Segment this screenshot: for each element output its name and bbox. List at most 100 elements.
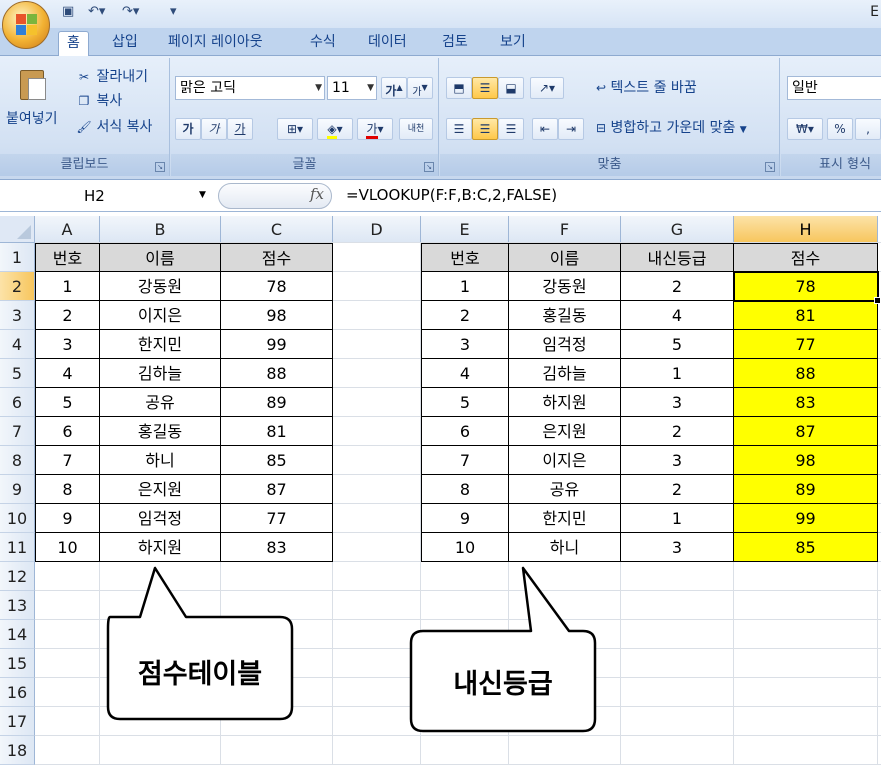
bold-button[interactable]: 가 <box>175 118 201 140</box>
font-color-button[interactable]: 가▾ <box>357 118 393 140</box>
column-header-G[interactable]: G <box>621 216 734 243</box>
row-header-6[interactable]: 6 <box>0 388 35 417</box>
table1-header-cell[interactable]: 번호 <box>35 243 100 272</box>
table1-cell[interactable]: 공유 <box>100 388 221 417</box>
table2-cell[interactable]: 은지원 <box>509 417 621 446</box>
lookup-result-cell[interactable]: 78 <box>734 272 878 301</box>
lookup-result-cell[interactable]: 98 <box>734 446 878 475</box>
row-header-12[interactable]: 12 <box>0 562 35 591</box>
tab-4[interactable]: 수식 <box>302 31 344 56</box>
cut-button[interactable]: ✂ 잘라내기 <box>76 66 148 88</box>
font-name-select[interactable]: 맑은 고딕 ▼ <box>175 76 325 100</box>
table2-cell[interactable]: 2 <box>421 301 509 330</box>
table1-cell[interactable]: 강동원 <box>100 272 221 301</box>
clipboard-launcher-icon[interactable]: ↘ <box>155 162 165 172</box>
table2-header-cell[interactable]: 내신등급 <box>621 243 734 272</box>
table2-cell[interactable]: 임걱정 <box>509 330 621 359</box>
table1-cell[interactable]: 8 <box>35 475 100 504</box>
table2-cell[interactable]: 2 <box>621 272 734 301</box>
table1-cell[interactable]: 이지은 <box>100 301 221 330</box>
row-header-15[interactable]: 15 <box>0 649 35 678</box>
table1-cell[interactable]: 6 <box>35 417 100 446</box>
table2-cell[interactable]: 3 <box>621 533 734 562</box>
table2-cell[interactable]: 9 <box>421 504 509 533</box>
column-header-D[interactable]: D <box>333 216 421 243</box>
table2-cell[interactable]: 공유 <box>509 475 621 504</box>
table1-cell[interactable]: 78 <box>221 272 333 301</box>
borders-button[interactable]: ⊞▾ <box>277 118 313 140</box>
italic-button[interactable]: 가 <box>201 118 227 140</box>
table1-cell[interactable]: 하니 <box>100 446 221 475</box>
table1-cell[interactable]: 10 <box>35 533 100 562</box>
column-header-H[interactable]: H <box>734 216 878 243</box>
table2-cell[interactable]: 하지원 <box>509 388 621 417</box>
table2-cell[interactable]: 3 <box>621 388 734 417</box>
table2-cell[interactable]: 1 <box>621 504 734 533</box>
lookup-result-cell[interactable]: 88 <box>734 359 878 388</box>
table2-cell[interactable]: 6 <box>421 417 509 446</box>
row-header-5[interactable]: 5 <box>0 359 35 388</box>
insert-function-icon[interactable]: fx <box>310 185 324 203</box>
lookup-result-cell[interactable]: 77 <box>734 330 878 359</box>
table1-header-cell[interactable]: 점수 <box>221 243 333 272</box>
column-header-F[interactable]: F <box>509 216 621 243</box>
table1-cell[interactable]: 한지민 <box>100 330 221 359</box>
underline-button[interactable]: 가 <box>227 118 253 140</box>
align-left-button[interactable]: ☰ <box>446 118 472 140</box>
table2-cell[interactable]: 홍길동 <box>509 301 621 330</box>
row-header-18[interactable]: 18 <box>0 736 35 765</box>
table1-cell[interactable]: 88 <box>221 359 333 388</box>
number-format-select[interactable]: 일반 <box>787 76 881 100</box>
table2-cell[interactable]: 김하늘 <box>509 359 621 388</box>
row-header-4[interactable]: 4 <box>0 330 35 359</box>
paste-button[interactable]: 붙여넣기 <box>6 108 58 130</box>
table2-cell[interactable]: 8 <box>421 475 509 504</box>
align-bottom-button[interactable]: ⬓ <box>498 77 524 99</box>
wrap-text-button[interactable]: ↩ 텍스트 줄 바꿈 <box>596 77 697 99</box>
row-header-13[interactable]: 13 <box>0 591 35 620</box>
table2-cell[interactable]: 7 <box>421 446 509 475</box>
table1-cell[interactable]: 4 <box>35 359 100 388</box>
lookup-result-cell[interactable]: 85 <box>734 533 878 562</box>
row-header-1[interactable]: 1 <box>0 243 35 272</box>
row-header-16[interactable]: 16 <box>0 678 35 707</box>
decrease-indent-button[interactable]: ⇤ <box>532 118 558 140</box>
row-header-8[interactable]: 8 <box>0 446 35 475</box>
tab-7[interactable]: 보기 <box>492 31 534 56</box>
table2-cell[interactable]: 5 <box>621 330 734 359</box>
grow-font-button[interactable]: 가▲ <box>381 77 407 99</box>
table1-cell[interactable]: 임걱정 <box>100 504 221 533</box>
tab-3[interactable]: 페이지 레이아웃 <box>160 31 271 56</box>
table1-cell[interactable]: 98 <box>221 301 333 330</box>
table2-cell[interactable]: 2 <box>621 417 734 446</box>
font-launcher-icon[interactable]: ↘ <box>424 162 434 172</box>
qat-customize-icon[interactable]: ▾ <box>170 3 177 21</box>
undo-icon[interactable]: ↶▾ <box>88 3 105 21</box>
lookup-result-cell[interactable]: 99 <box>734 504 878 533</box>
row-header-9[interactable]: 9 <box>0 475 35 504</box>
office-button[interactable] <box>2 1 50 49</box>
row-header-2[interactable]: 2 <box>0 272 35 301</box>
table1-header-cell[interactable]: 이름 <box>100 243 221 272</box>
chevron-down-icon[interactable]: ▼ <box>199 190 206 200</box>
table2-cell[interactable]: 2 <box>621 475 734 504</box>
table2-cell[interactable]: 4 <box>421 359 509 388</box>
table2-cell[interactable]: 1 <box>421 272 509 301</box>
lookup-result-cell[interactable]: 89 <box>734 475 878 504</box>
table1-cell[interactable]: 은지원 <box>100 475 221 504</box>
table2-header-cell[interactable]: 점수 <box>734 243 878 272</box>
tab-5[interactable]: 데이터 <box>360 31 415 56</box>
lookup-result-cell[interactable]: 87 <box>734 417 878 446</box>
table2-header-cell[interactable]: 번호 <box>421 243 509 272</box>
table2-cell[interactable]: 이지은 <box>509 446 621 475</box>
table1-cell[interactable]: 99 <box>221 330 333 359</box>
table1-cell[interactable]: 7 <box>35 446 100 475</box>
table2-header-cell[interactable]: 이름 <box>509 243 621 272</box>
column-header-C[interactable]: C <box>221 216 333 243</box>
table1-cell[interactable]: 2 <box>35 301 100 330</box>
save-icon[interactable]: ▣ <box>62 3 74 21</box>
table1-cell[interactable]: 홍길동 <box>100 417 221 446</box>
redo-icon[interactable]: ↷▾ <box>122 3 139 21</box>
table2-cell[interactable]: 1 <box>621 359 734 388</box>
align-center-button[interactable]: ☰ <box>472 118 498 140</box>
